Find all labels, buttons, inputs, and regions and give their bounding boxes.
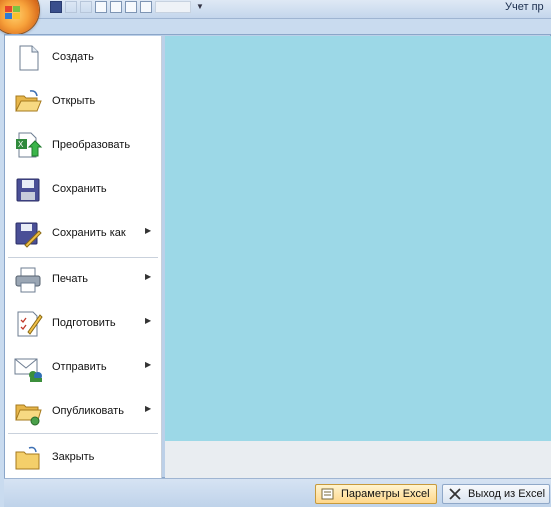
office-logo-icon <box>5 6 21 20</box>
save-as-icon <box>15 222 42 248</box>
menu-footer-area <box>165 441 551 478</box>
redo-icon[interactable] <box>80 1 92 13</box>
menu-item-label: Закрыть <box>52 451 95 463</box>
submenu-arrow-icon: ▶ <box>145 316 152 325</box>
save-icon <box>16 178 40 202</box>
menu-item-label: Опубликовать <box>52 405 124 417</box>
excel-options-label: Параметры Excel <box>341 488 430 500</box>
prepare-icon <box>17 311 43 337</box>
excel-options-button[interactable]: Параметры Excel <box>315 484 437 504</box>
printer-icon <box>15 267 41 293</box>
menu-separator <box>8 433 158 434</box>
submenu-arrow-icon: ▶ <box>145 272 152 281</box>
publish-icon <box>15 404 42 426</box>
submenu-arrow-icon: ▶ <box>145 404 152 413</box>
menu-item-new[interactable]: Создать <box>5 37 159 77</box>
save-quick-icon[interactable] <box>50 1 62 13</box>
menu-item-label: Преобразовать <box>52 139 131 151</box>
list-icon[interactable] <box>140 1 152 13</box>
form-icon[interactable] <box>125 1 137 13</box>
submenu-arrow-icon: ▶ <box>145 226 152 235</box>
toolbar-field[interactable] <box>155 1 191 13</box>
new-document-icon <box>19 45 39 71</box>
send-icon <box>14 358 42 382</box>
menu-item-close[interactable]: Закрыть <box>5 437 159 477</box>
menu-item-send[interactable]: Отправить ▶ <box>5 347 159 387</box>
menu-item-save[interactable]: Сохранить <box>5 169 159 209</box>
menu-item-save-as[interactable]: Сохранить как ▶ <box>5 213 159 253</box>
exit-excel-button[interactable]: Выход из Excel <box>442 484 550 504</box>
menu-item-label: Отправить <box>52 361 107 373</box>
svg-text:X: X <box>18 140 24 149</box>
submenu-arrow-icon: ▶ <box>145 360 152 369</box>
page-icon[interactable] <box>95 1 107 13</box>
window-title: Учет пр <box>505 1 544 13</box>
menu-item-publish[interactable]: Опубликовать ▶ <box>5 391 159 431</box>
menu-item-convert[interactable]: X Преобразовать <box>5 125 159 165</box>
undo-icon[interactable] <box>65 1 77 13</box>
recent-documents-panel <box>165 36 551 441</box>
menu-item-label: Открыть <box>52 95 96 107</box>
customize-toolbar-chevron-icon[interactable]: ▼ <box>196 1 204 15</box>
menu-separator <box>8 257 158 258</box>
table-icon[interactable] <box>110 1 122 13</box>
menu-item-open[interactable]: Открыть <box>5 81 159 121</box>
convert-icon: X <box>16 132 43 158</box>
menu-item-prepare[interactable]: Подготовить ▶ <box>5 303 159 343</box>
close-folder-icon <box>15 446 40 470</box>
menu-item-label: Сохранить <box>52 183 107 195</box>
menu-item-label: Создать <box>52 51 94 63</box>
menu-item-label: Сохранить как <box>52 227 126 239</box>
options-icon <box>321 488 334 500</box>
menu-item-label: Подготовить <box>52 317 116 329</box>
quick-access-toolbar: ▼ Учет пр <box>0 0 551 19</box>
menu-item-label: Печать <box>52 273 89 285</box>
office-button[interactable] <box>0 0 39 34</box>
open-folder-icon <box>15 90 42 112</box>
exit-excel-label: Выход из Excel <box>468 488 546 500</box>
close-icon <box>449 488 461 500</box>
menu-item-print[interactable]: Печать ▶ <box>5 259 159 299</box>
